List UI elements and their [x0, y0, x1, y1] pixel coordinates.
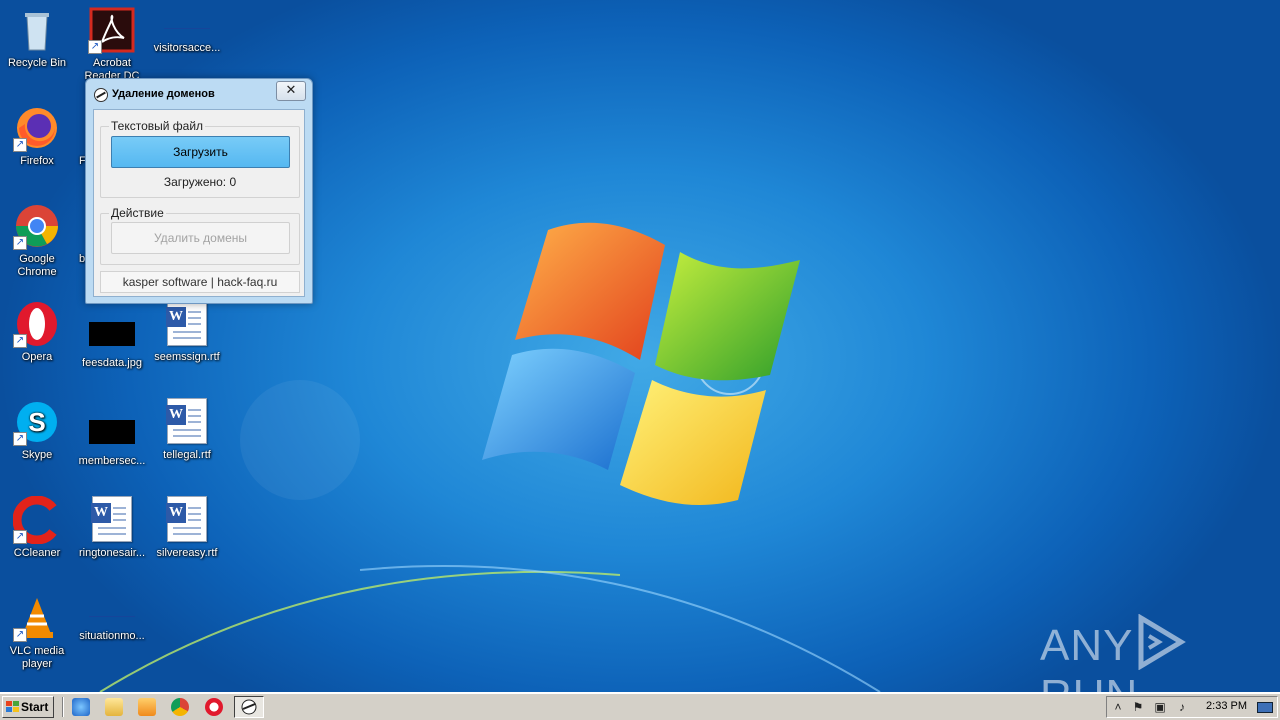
recycle-bin-shortcut[interactable]: Recycle Bin	[0, 6, 74, 70]
recycle-bin-icon	[13, 6, 61, 54]
app-icon	[94, 88, 108, 102]
windows-flag-icon	[6, 701, 19, 713]
chrome-icon: ↗	[13, 202, 61, 250]
start-button[interactable]: Start	[2, 696, 54, 718]
acrobat-shortcut[interactable]: ↗ Acrobat Reader DC	[75, 6, 149, 83]
file-icon	[89, 616, 135, 617]
loaded-count: Загружено: 0	[163, 175, 237, 189]
opera-icon: ↗	[13, 300, 61, 348]
taskbar-separator	[62, 697, 64, 717]
close-button[interactable]: ✕	[276, 81, 306, 101]
visitorsacce-file[interactable]: visitorsacce...	[150, 6, 224, 55]
window-client-area: Текстовый файл Загрузить Загружено: 0 Де…	[93, 109, 305, 297]
word-document-icon: W	[166, 496, 207, 542]
firefox-shortcut[interactable]: ↗ Firefox	[0, 104, 74, 168]
network-icon[interactable]: ▣	[1153, 700, 1167, 714]
text-file-group-label: Текстовый файл	[109, 119, 206, 133]
word-document-icon: W	[91, 496, 132, 542]
seemssign-file[interactable]: W seemssign.rtf	[150, 300, 224, 364]
action-center-flag-icon[interactable]: ⚑	[1131, 700, 1145, 714]
opera-shortcut[interactable]: ↗ Opera	[0, 300, 74, 364]
ccleaner-icon: ↗	[12, 495, 61, 545]
word-document-icon: W	[166, 398, 207, 444]
vlc-shortcut[interactable]: ↗ VLC media player	[0, 594, 74, 671]
ie-icon[interactable]	[72, 698, 90, 716]
text-file-group: Текстовый файл Загрузить Загружено: 0	[100, 119, 300, 198]
show-hidden-icons-icon[interactable]: ˄	[1111, 700, 1125, 714]
clock[interactable]: 2:33 PM	[1206, 700, 1247, 712]
image-thumbnail	[89, 420, 135, 444]
action-group: Действие Удалить домены	[100, 206, 300, 265]
image-thumbnail	[89, 322, 135, 346]
chrome-taskbar-icon[interactable]	[171, 698, 189, 716]
opera-taskbar-icon[interactable]	[205, 698, 223, 716]
windows-logo	[482, 222, 800, 505]
situationmo-file[interactable]: situationmo...	[75, 594, 149, 643]
feesdata-file[interactable]: feesdata.jpg	[75, 310, 149, 370]
anyrun-watermark: ANYRUN	[1040, 614, 1280, 692]
show-desktop-icon[interactable]	[1257, 702, 1273, 713]
tellegal-file[interactable]: W tellegal.rtf	[150, 398, 224, 462]
load-button[interactable]: Загрузить	[111, 136, 290, 168]
taskbar: Start ˄ ⚑ ▣ ♪ 2:33 PM	[0, 692, 1280, 720]
play-logo-icon	[1138, 614, 1187, 670]
skype-shortcut[interactable]: S ↗ Skype	[0, 398, 74, 462]
window-title: Удаление доменов	[112, 88, 215, 100]
app-icon	[241, 699, 257, 715]
delete-domains-button[interactable]: Удалить домены	[111, 222, 290, 254]
acrobat-icon: ↗	[88, 6, 136, 54]
membersec-file[interactable]: membersec...	[75, 408, 149, 468]
svg-text:S: S	[28, 407, 45, 437]
taskbar-app-delete-domains[interactable]	[234, 696, 264, 718]
explorer-folder-icon[interactable]	[105, 698, 123, 716]
media-player-icon[interactable]	[138, 698, 156, 716]
ccleaner-shortcut[interactable]: ↗ CCleaner	[0, 495, 74, 560]
delete-domains-window: Удаление доменов ✕ Текстовый файл Загруз…	[85, 78, 313, 304]
ringtonesair-file[interactable]: W ringtonesair...	[75, 496, 149, 560]
word-document-icon: W	[166, 300, 207, 346]
volume-icon[interactable]: ♪	[1175, 700, 1189, 714]
file-icon	[164, 28, 210, 29]
credits-footer: kasper software | hack-faq.ru	[100, 271, 300, 293]
chrome-shortcut[interactable]: ↗ Google Chrome	[0, 202, 74, 279]
skype-icon: S ↗	[13, 398, 61, 446]
silvereasy-file[interactable]: W silvereasy.rtf	[150, 496, 224, 560]
vlc-icon: ↗	[13, 594, 61, 642]
window-titlebar[interactable]: Удаление доменов ✕	[86, 79, 312, 109]
system-tray: ˄ ⚑ ▣ ♪ 2:33 PM	[1106, 696, 1278, 718]
action-group-label: Действие	[109, 206, 166, 220]
firefox-icon: ↗	[13, 104, 61, 152]
